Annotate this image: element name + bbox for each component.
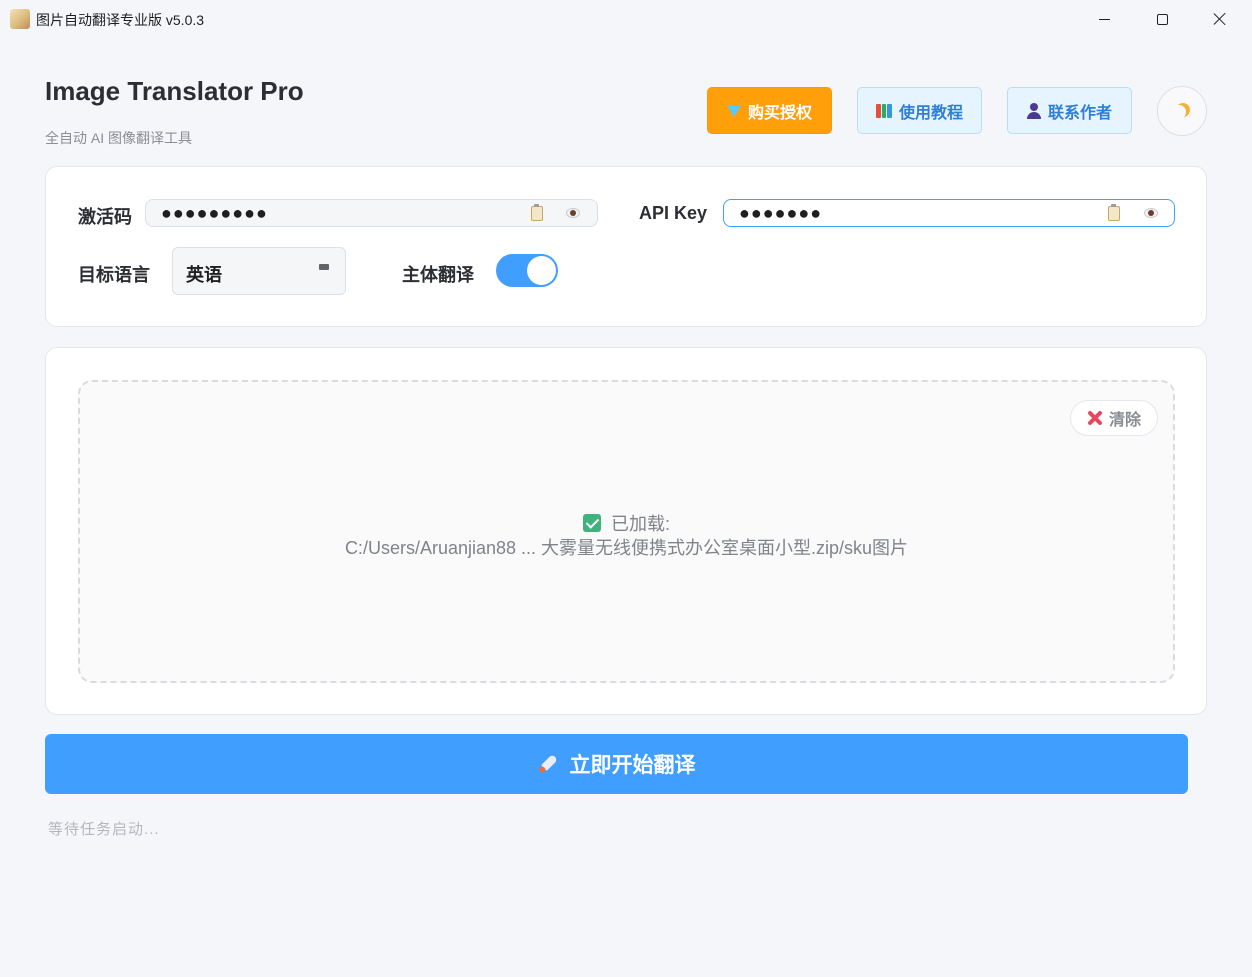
minimize-icon — [1098, 18, 1110, 20]
contact-author-button[interactable]: 联系作者 — [1007, 87, 1132, 134]
target-language-label: 目标语言 — [78, 265, 150, 285]
moon-icon — [1172, 105, 1186, 119]
file-drop-card: 清除 已加载: C:/Users/Aruanjian88 ... 大雾量无线便携… — [45, 347, 1207, 715]
api-key-input[interactable]: ●●●●●●● — [723, 199, 1175, 227]
api-key-value: ●●●●●●● — [739, 203, 823, 223]
activation-code-value: ●●●●●●●●● — [161, 203, 268, 223]
loaded-label: 已加载: — [610, 514, 670, 534]
buy-license-label: 购买授权 — [747, 104, 812, 122]
rocket-icon — [533, 750, 561, 778]
buy-license-button[interactable]: 购买授权 — [707, 87, 832, 134]
minimize-button[interactable] — [1075, 0, 1133, 38]
activation-code-label: 激活码 — [78, 207, 132, 227]
api-key-label: API Key — [639, 203, 708, 223]
status-text: 等待任务启动... — [48, 821, 160, 838]
app-image-icon — [10, 9, 30, 29]
loaded-status: 已加载: — [80, 510, 1173, 536]
paste-icon[interactable] — [531, 204, 543, 221]
clear-label: 清除 — [1108, 412, 1141, 429]
contact-author-label: 联系作者 — [1047, 104, 1112, 122]
target-language-select[interactable]: 英语 — [172, 247, 346, 295]
target-language-value: 英语 — [186, 265, 222, 285]
activation-code-input[interactable]: ●●●●●●●●● — [145, 199, 598, 227]
check-icon — [582, 514, 601, 532]
maximize-icon — [1156, 13, 1168, 25]
start-translation-label: 立即开始翻译 — [569, 754, 696, 777]
app-subtitle: 全自动 AI 图像翻译工具 — [45, 130, 193, 146]
eye-icon[interactable] — [1144, 208, 1158, 218]
subject-translation-toggle[interactable] — [496, 254, 558, 287]
app-title: Image Translator Pro — [45, 76, 304, 106]
books-icon — [875, 103, 892, 118]
close-icon — [1087, 410, 1103, 426]
settings-card: 激活码 ●●●●●●●●● API Key ●●●●●●● 目标语言 英语 主体… — [45, 166, 1207, 327]
dropdown-icon — [319, 264, 329, 270]
theme-toggle-button[interactable] — [1157, 86, 1207, 136]
eye-icon[interactable] — [566, 208, 580, 218]
start-translation-button[interactable]: 立即开始翻译 — [45, 734, 1188, 794]
user-icon — [1026, 102, 1041, 119]
tutorial-label: 使用教程 — [898, 104, 963, 122]
loaded-path: C:/Users/Aruanjian88 ... 大雾量无线便携式办公室桌面小型… — [344, 538, 909, 558]
subject-translation-label: 主体翻译 — [402, 265, 474, 285]
window-title: 图片自动翻译专业版 v5.0.3 — [36, 12, 205, 28]
clear-button[interactable]: 清除 — [1070, 400, 1158, 436]
gem-icon — [726, 104, 741, 117]
close-icon — [1213, 12, 1227, 26]
tutorial-button[interactable]: 使用教程 — [857, 87, 982, 134]
window-titlebar: 图片自动翻译专业版 v5.0.3 — [0, 0, 1252, 38]
file-drop-zone[interactable]: 清除 已加载: C:/Users/Aruanjian88 ... 大雾量无线便携… — [78, 380, 1175, 683]
paste-icon[interactable] — [1108, 204, 1120, 221]
maximize-button[interactable] — [1133, 0, 1191, 38]
close-button[interactable] — [1191, 0, 1249, 38]
toggle-knob — [527, 256, 556, 285]
